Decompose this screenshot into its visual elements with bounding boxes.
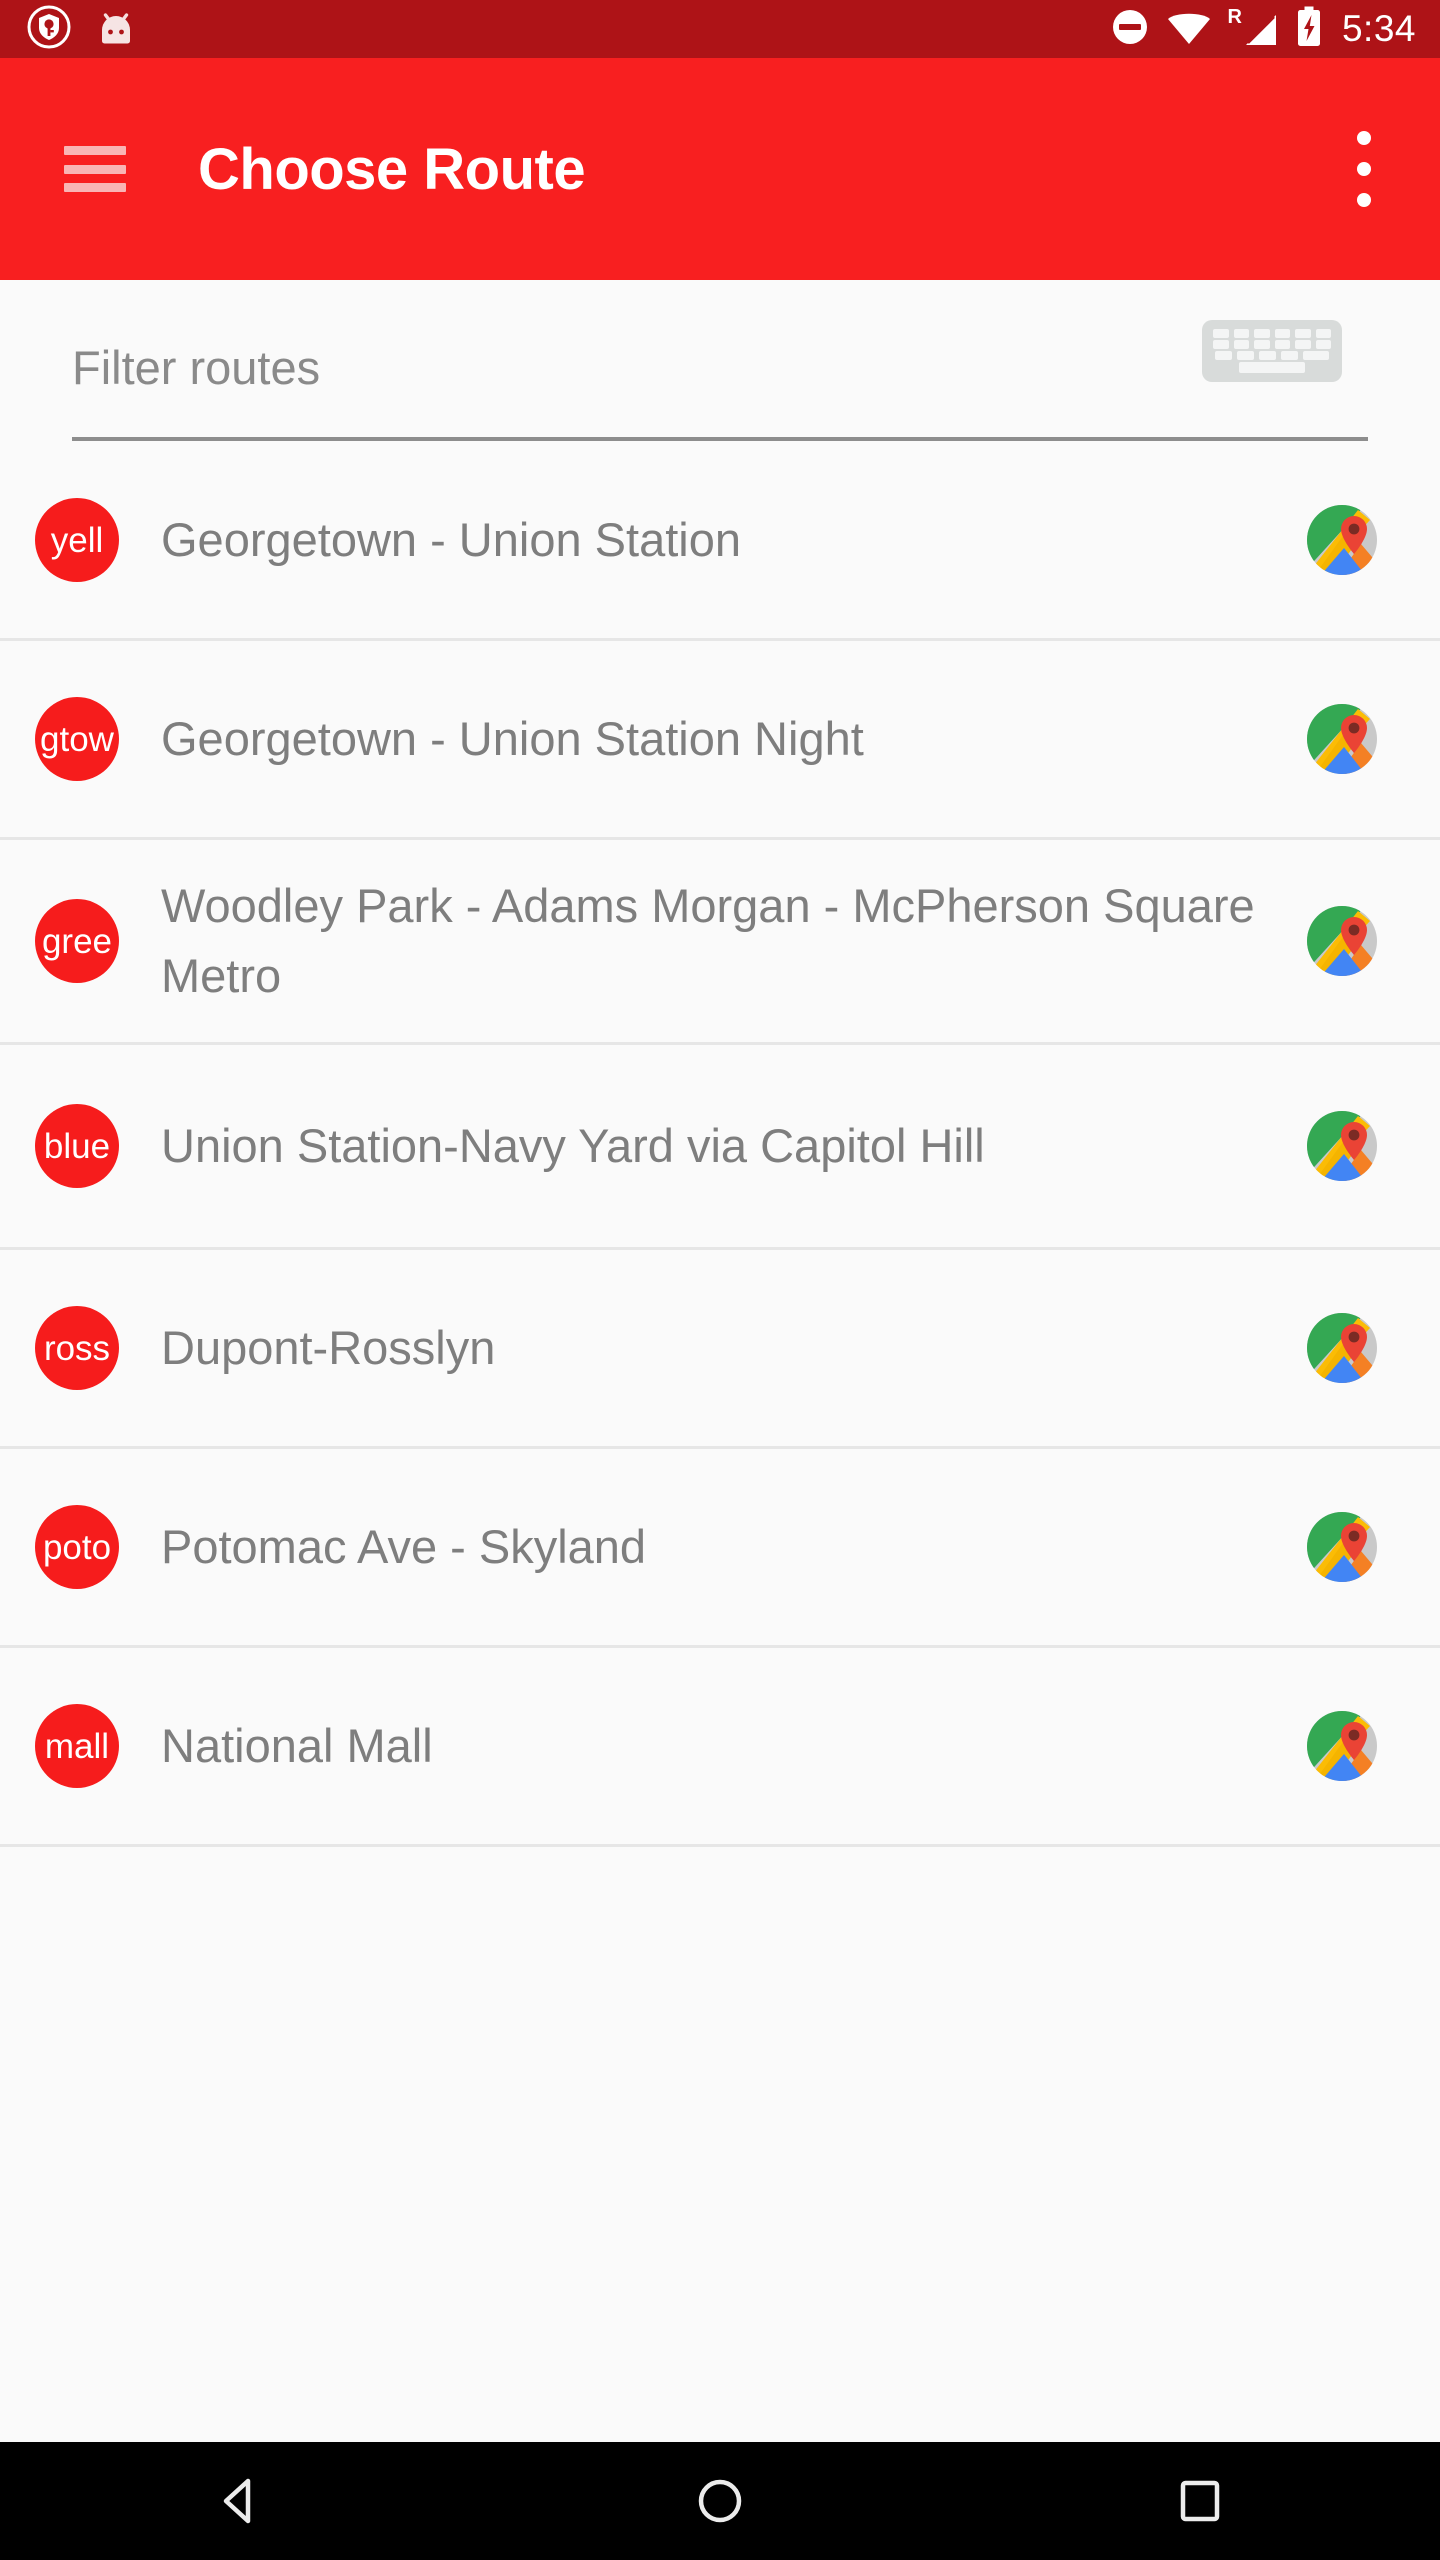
keyboard-key (1254, 329, 1270, 338)
hamburger-line (64, 164, 126, 174)
keyboard-key (1254, 340, 1270, 349)
recents-button[interactable] (1120, 2442, 1280, 2560)
keyboard-key (1213, 329, 1229, 338)
route-tag-label: ross (43, 1328, 111, 1368)
keyboard-key (1295, 329, 1311, 338)
hamburger-menu-icon[interactable] (64, 146, 126, 192)
google-maps-icon[interactable] (1306, 1312, 1378, 1384)
route-tag-avatar: gree (35, 899, 119, 983)
keyboard-key (1281, 351, 1298, 360)
app-screen: R 5:34 Choose Route Filter routes yell G… (0, 0, 1440, 2560)
back-button[interactable] (160, 2442, 320, 2560)
back-triangle-icon (223, 2478, 251, 2524)
keyboard-key (1295, 340, 1311, 349)
hamburger-line (64, 146, 126, 155)
route-tag-avatar: ross (35, 1306, 119, 1390)
route-list-item[interactable]: poto Potomac Ave - Skyland (0, 1449, 1440, 1648)
route-list-item[interactable]: blue Union Station-Navy Yard via Capitol… (0, 1045, 1440, 1250)
route-tag-avatar: mall (35, 1704, 119, 1788)
route-tag-avatar: gtow (35, 697, 119, 781)
keyboard-key (1259, 351, 1276, 360)
route-tag-label: gree (41, 921, 113, 961)
route-list-item[interactable]: mall National Mall (0, 1648, 1440, 1847)
google-maps-icon[interactable] (1306, 504, 1378, 576)
keyboard-key (1315, 340, 1331, 349)
route-name: Georgetown - Union Station Night (161, 712, 864, 765)
keyboard-key (1315, 329, 1331, 338)
status-bar-right-icons: R 5:34 (1110, 0, 1440, 58)
filter-section: Filter routes (0, 280, 1440, 442)
route-name: Dupont-Rosslyn (161, 1321, 496, 1374)
recents-square-icon (1180, 2480, 1220, 2522)
battery-charging-icon (1296, 6, 1322, 53)
route-name: Woodley Park - Adams Morgan - McPherson … (161, 879, 1255, 1002)
keyboard-key (1274, 340, 1290, 349)
route-name: Union Station-Navy Yard via Capitol Hill (161, 1119, 985, 1172)
home-button[interactable] (640, 2442, 800, 2560)
google-maps-icon[interactable] (1306, 703, 1378, 775)
route-tag-label: mall (44, 1726, 110, 1766)
overflow-dot (1357, 131, 1371, 145)
keyboard-key-row (1213, 340, 1331, 349)
route-list-item[interactable]: gtow Georgetown - Union Station Night (0, 641, 1440, 840)
route-tag-avatar: yell (35, 498, 119, 582)
route-list: yell Georgetown - Union Station gtow Geo… (0, 442, 1440, 1847)
status-bar: R 5:34 (0, 0, 1440, 58)
route-list-item[interactable]: ross Dupont-Rosslyn (0, 1250, 1440, 1449)
status-bar-left-icons (0, 4, 138, 55)
route-name: Georgetown - Union Station (161, 513, 741, 566)
route-tag-label: blue (43, 1126, 111, 1166)
keyboard-key (1303, 351, 1329, 360)
google-maps-icon[interactable] (1306, 1511, 1378, 1583)
route-name: Potomac Ave - Skyland (161, 1520, 647, 1573)
route-tag-avatar: blue (35, 1104, 119, 1188)
more-vertical-icon[interactable] (1356, 131, 1372, 207)
search-input-underline (72, 437, 1368, 441)
keyboard-key (1237, 351, 1254, 360)
route-tag-avatar: poto (35, 1505, 119, 1589)
route-name: National Mall (161, 1719, 433, 1772)
page-title: Choose Route (198, 136, 586, 202)
route-list-item[interactable]: gree Woodley Park - Adams Morgan - McPhe… (0, 840, 1440, 1045)
hamburger-line (64, 183, 126, 192)
app-bar: Choose Route (0, 58, 1440, 280)
vpn-key-shield-icon (26, 4, 72, 55)
keyboard-key-row (1213, 329, 1331, 338)
keyboard-key (1215, 351, 1232, 360)
route-list-item[interactable]: yell Georgetown - Union Station (0, 442, 1440, 641)
search-input-placeholder: Filter routes (72, 341, 321, 394)
do-not-disturb-icon (1110, 7, 1150, 52)
keyboard-key (1233, 340, 1249, 349)
keyboard-spacebar-key (1239, 362, 1305, 373)
home-circle-icon (698, 2479, 742, 2523)
search-input[interactable]: Filter routes (72, 338, 1368, 398)
route-tag-label: poto (42, 1527, 112, 1567)
google-maps-icon[interactable] (1306, 1710, 1378, 1782)
system-navigation-bar (0, 2442, 1440, 2560)
google-maps-icon[interactable] (1306, 1110, 1378, 1182)
status-bar-clock: 5:34 (1341, 8, 1416, 49)
keyboard-key-row (1213, 351, 1331, 360)
overflow-dot (1357, 193, 1371, 207)
wifi-icon (1166, 7, 1212, 52)
route-tag-label: gtow (40, 719, 114, 759)
keyboard-key (1274, 329, 1290, 338)
keyboard-key (1213, 340, 1229, 349)
keyboard-key (1233, 329, 1249, 338)
android-head-icon (94, 5, 138, 54)
cell-signal-icon: R (1228, 7, 1280, 49)
google-maps-icon[interactable] (1306, 905, 1378, 977)
keyboard-icon[interactable] (1202, 320, 1342, 382)
overflow-dot (1357, 162, 1371, 176)
route-tag-label: yell (50, 520, 104, 560)
